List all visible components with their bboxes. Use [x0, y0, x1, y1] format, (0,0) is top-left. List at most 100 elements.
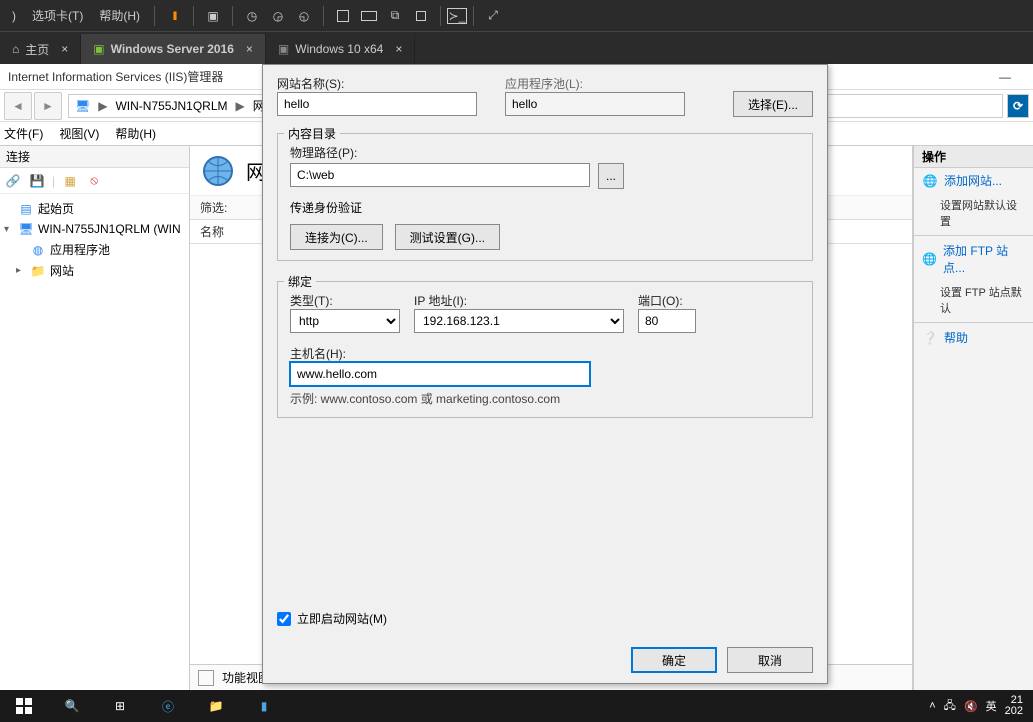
- vm-tab-ws2016[interactable]: ▣ Windows Server 2016 ×: [81, 34, 266, 64]
- action-label: 帮助: [944, 329, 968, 346]
- sites-icon[interactable]: ▦: [61, 172, 79, 190]
- fullscreen-icon[interactable]: ⤢: [480, 3, 506, 29]
- vm-icon: ▣: [93, 42, 104, 56]
- globe-icon: 🌐: [922, 251, 937, 267]
- layout1-icon[interactable]: [330, 3, 356, 29]
- action-set-ftp-defaults[interactable]: 设置 FTP 站点默认: [914, 280, 1033, 320]
- ok-button[interactable]: 确定: [631, 647, 717, 673]
- start-now-row[interactable]: 立即启动网站(M): [277, 610, 813, 627]
- minimize-button[interactable]: —: [985, 70, 1025, 84]
- tree-sites[interactable]: ▸ 📁 网站: [2, 260, 187, 281]
- tray-ime[interactable]: 英: [986, 698, 997, 714]
- menu-view[interactable]: 视图(V): [59, 125, 99, 142]
- breadcrumb-node: WIN-N755JN1QRLM: [115, 99, 227, 113]
- connections-toolbar: 🔗 💾 | ▦ ⦸: [0, 168, 189, 194]
- apppool-icon: ◍: [30, 242, 46, 258]
- console-icon[interactable]: ≻_: [447, 8, 467, 24]
- system-tray[interactable]: ˄ 🖧 🔇 英 21 202: [919, 695, 1033, 717]
- connections-header: 连接: [0, 146, 189, 168]
- connections-panel: 连接 🔗 💾 | ▦ ⦸ ▤ 起始页 ▾ 🖥 WIN-N755JN1QRLM (…: [0, 146, 190, 690]
- close-icon[interactable]: ×: [61, 42, 68, 56]
- menu-file[interactable]: 文件(F): [4, 125, 43, 142]
- forward-button[interactable]: ►: [34, 92, 62, 120]
- vm-tab-ws2016-label: Windows Server 2016: [111, 42, 234, 56]
- binding-legend: 绑定: [284, 273, 316, 290]
- hostname-hint: 示例: www.contoso.com 或 marketing.contoso.…: [290, 390, 800, 407]
- actions-header: 操作: [914, 146, 1033, 168]
- hostname-input[interactable]: [290, 362, 590, 386]
- action-add-ftp[interactable]: 🌐 添加 FTP 站点...: [914, 238, 1033, 280]
- tree-server[interactable]: ▾ 🖥 WIN-N755JN1QRLM (WIN: [2, 219, 187, 239]
- taskbar: 🔍 ⊞ ⓔ 📁 ▮ ˄ 🖧 🔇 英 21 202: [0, 690, 1033, 722]
- vm-menu-edit-prev[interactable]: ): [4, 9, 24, 23]
- action-add-site[interactable]: 🌐 添加网站...: [914, 168, 1033, 193]
- layout3-icon[interactable]: ⧉: [382, 3, 408, 29]
- iis-title-text: Internet Information Services (IIS)管理器: [8, 68, 223, 85]
- content-legend: 内容目录: [284, 125, 340, 142]
- caret-right-icon[interactable]: ▸: [16, 265, 26, 276]
- menu-help[interactable]: 帮助(H): [115, 125, 156, 142]
- server-icon: 🖥: [18, 221, 34, 237]
- search-button[interactable]: 🔍: [48, 690, 96, 722]
- chevron-right-icon: ▶: [236, 99, 245, 113]
- folder-icon: 📁: [30, 263, 46, 279]
- vm-menu-help[interactable]: 帮助(H): [91, 7, 148, 24]
- type-select[interactable]: http: [290, 309, 400, 333]
- action-set-site-defaults[interactable]: 设置网站默认设置: [914, 193, 1033, 233]
- stop-icon[interactable]: ⦸: [85, 172, 103, 190]
- pause-icon[interactable]: II: [161, 3, 187, 29]
- close-icon[interactable]: ×: [395, 42, 402, 56]
- connections-tree: ▤ 起始页 ▾ 🖥 WIN-N755JN1QRLM (WIN ◍ 应用程序池 ▸…: [0, 194, 189, 285]
- back-button[interactable]: ◄: [4, 92, 32, 120]
- layout2-icon[interactable]: [356, 3, 382, 29]
- select-app-pool-button[interactable]: 选择(E)...: [733, 91, 813, 117]
- start-now-checkbox[interactable]: [277, 612, 291, 626]
- save-icon[interactable]: 💾: [28, 172, 46, 190]
- site-name-input[interactable]: [277, 92, 477, 116]
- ip-select[interactable]: 192.168.123.1: [414, 309, 624, 333]
- layout4-icon[interactable]: [408, 3, 434, 29]
- globe-icon: 🌐: [922, 173, 938, 189]
- tray-volume-icon[interactable]: 🔇: [964, 700, 978, 713]
- add-website-dialog: 网站名称(S): 应用程序池(L): 选择(E)... 内容目录 物理路径(P)…: [262, 64, 828, 684]
- caret-down-icon[interactable]: ▾: [4, 224, 14, 235]
- action-label: 添加 FTP 站点...: [943, 242, 1025, 276]
- tray-up-icon[interactable]: ˄: [929, 700, 935, 712]
- cancel-button[interactable]: 取消: [727, 647, 813, 673]
- clock2-icon[interactable]: ◶: [265, 3, 291, 29]
- clock3-icon[interactable]: ◵: [291, 3, 317, 29]
- start-now-label: 立即启动网站(M): [297, 610, 387, 627]
- start-button[interactable]: [0, 690, 48, 722]
- dialog-footer: 确定 取消: [263, 637, 827, 683]
- connect-icon[interactable]: 🔗: [4, 172, 22, 190]
- vm-tab-win10[interactable]: ▣ Windows 10 x64 ×: [266, 34, 415, 64]
- hostname-label: 主机名(H):: [290, 347, 346, 361]
- sites-large-icon: [200, 153, 236, 189]
- help-icon: ❔: [922, 330, 938, 346]
- tree-start-page[interactable]: ▤ 起始页: [2, 198, 187, 219]
- refresh-button[interactable]: ⟳: [1007, 94, 1029, 118]
- vm-tab-home[interactable]: ⌂ 主页 ×: [0, 34, 81, 64]
- phys-path-input[interactable]: [290, 163, 590, 187]
- tray-network-icon[interactable]: 🖧: [944, 697, 956, 716]
- clock1-icon[interactable]: ◷: [239, 3, 265, 29]
- task-view-button[interactable]: ⊞: [96, 690, 144, 722]
- close-icon[interactable]: ×: [246, 42, 253, 56]
- tree-app-pools[interactable]: ◍ 应用程序池: [2, 239, 187, 260]
- iis-button[interactable]: ▮: [240, 690, 288, 722]
- action-help[interactable]: ❔ 帮助: [914, 325, 1033, 350]
- site-name-label: 网站名称(S):: [277, 77, 344, 91]
- app-pool-label: 应用程序池(L):: [505, 77, 583, 91]
- browse-path-button[interactable]: ...: [598, 163, 624, 189]
- type-label: 类型(T):: [290, 294, 333, 308]
- vm-menu-tabs[interactable]: 选项卡(T): [24, 7, 91, 24]
- test-settings-button[interactable]: 测试设置(G)...: [395, 224, 500, 250]
- tree-label: 起始页: [38, 200, 74, 217]
- connect-as-button[interactable]: 连接为(C)...: [290, 224, 383, 250]
- column-name[interactable]: 名称: [200, 223, 224, 240]
- ie-button[interactable]: ⓔ: [144, 690, 192, 722]
- filter-label: 筛选:: [200, 199, 227, 216]
- port-input[interactable]: [638, 309, 696, 333]
- explorer-button[interactable]: 📁: [192, 690, 240, 722]
- snapshot-icon[interactable]: ▣: [200, 3, 226, 29]
